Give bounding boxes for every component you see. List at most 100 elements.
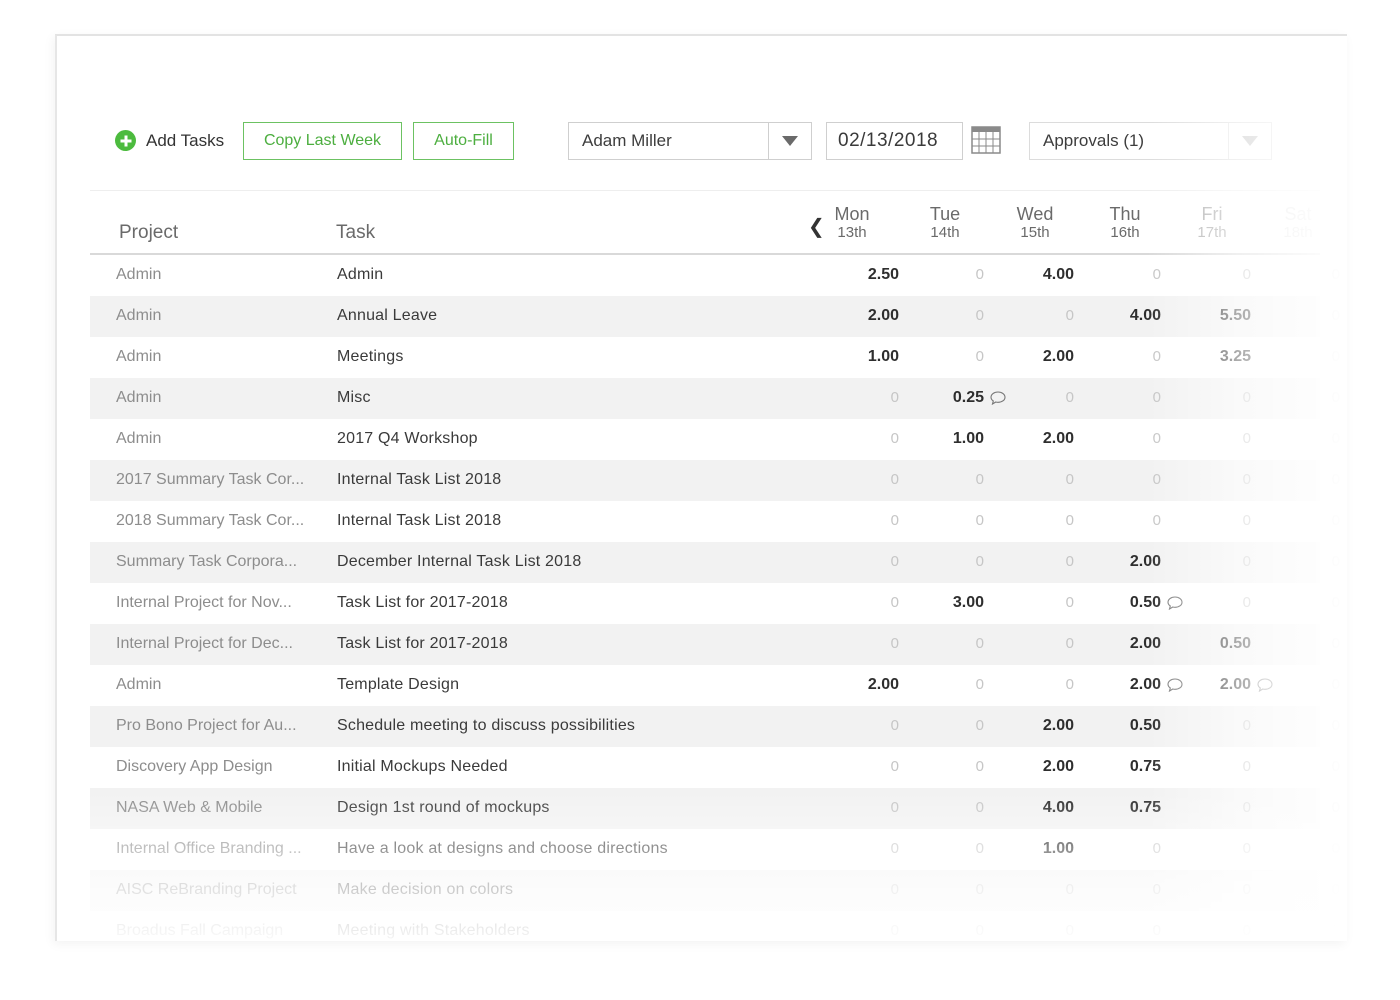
hours-cell-tue[interactable]: 0 bbox=[976, 717, 984, 734]
hours-cell-fri[interactable]: 0 bbox=[1243, 512, 1251, 529]
hours-cell-sat[interactable]: 0 bbox=[1332, 840, 1340, 857]
project-cell[interactable]: Internal Office Branding ... bbox=[116, 840, 302, 858]
project-cell[interactable]: Summary Task Corpora... bbox=[116, 553, 297, 571]
hours-cell-thu[interactable]: 0 bbox=[1153, 471, 1161, 488]
hours-cell-wed[interactable]: 4.00 bbox=[1043, 799, 1074, 817]
hours-cell-sat[interactable]: 0 bbox=[1332, 799, 1340, 816]
hours-cell-mon[interactable]: 1.00 bbox=[868, 348, 899, 366]
date-field[interactable]: 02/13/2018 bbox=[826, 122, 963, 160]
hours-cell-sat[interactable]: 0 bbox=[1332, 881, 1340, 898]
hours-cell-wed[interactable]: 2.00 bbox=[1043, 717, 1074, 735]
hours-cell-tue[interactable]: 0 bbox=[976, 799, 984, 816]
hours-cell-tue[interactable]: 0 bbox=[976, 676, 984, 693]
task-cell[interactable]: Internal Task List 2018 bbox=[337, 471, 501, 489]
hours-cell-sat[interactable]: 0 bbox=[1332, 553, 1340, 570]
hours-cell-wed[interactable]: 4.00 bbox=[1043, 266, 1074, 284]
hours-cell-tue[interactable]: 0 bbox=[976, 881, 984, 898]
hours-cell-thu[interactable]: 0 bbox=[1153, 389, 1161, 406]
hours-cell-mon[interactable]: 2.00 bbox=[868, 307, 899, 325]
hours-cell-mon[interactable]: 0 bbox=[891, 922, 899, 939]
project-cell[interactable]: Admin bbox=[116, 676, 161, 694]
hours-cell-fri[interactable]: 0 bbox=[1243, 553, 1251, 570]
comment-bubble-icon[interactable] bbox=[990, 391, 1006, 405]
hours-cell-mon[interactable]: 0 bbox=[891, 512, 899, 529]
hours-cell-mon[interactable]: 0 bbox=[891, 799, 899, 816]
hours-cell-tue[interactable]: 0 bbox=[976, 758, 984, 775]
hours-cell-wed[interactable]: 0 bbox=[1066, 922, 1074, 939]
hours-cell-fri[interactable]: 0 bbox=[1243, 594, 1251, 611]
hours-cell-sat[interactable]: 0 bbox=[1332, 922, 1340, 939]
task-cell[interactable]: Meeting with Stakeholders bbox=[337, 922, 530, 940]
hours-cell-mon[interactable]: 0 bbox=[891, 471, 899, 488]
project-cell[interactable]: Admin bbox=[116, 348, 161, 366]
hours-cell-fri[interactable]: 2.00 bbox=[1220, 676, 1251, 694]
approvals-select[interactable]: Approvals (1) bbox=[1029, 122, 1272, 160]
hours-cell-tue[interactable]: 0 bbox=[976, 471, 984, 488]
project-cell[interactable]: Admin bbox=[116, 430, 161, 448]
hours-cell-wed[interactable]: 0 bbox=[1066, 635, 1074, 652]
user-select[interactable]: Adam Miller bbox=[568, 122, 812, 160]
hours-cell-sat[interactable]: 0 bbox=[1332, 307, 1340, 324]
task-cell[interactable]: Misc bbox=[337, 389, 371, 407]
hours-cell-thu[interactable]: 0 bbox=[1153, 840, 1161, 857]
project-cell[interactable]: Pro Bono Project for Au... bbox=[116, 717, 297, 735]
task-cell[interactable]: Schedule meeting to discuss possibilitie… bbox=[337, 717, 635, 735]
hours-cell-mon[interactable]: 0 bbox=[891, 840, 899, 857]
comment-bubble-icon[interactable] bbox=[1167, 596, 1183, 610]
hours-cell-fri[interactable]: 0 bbox=[1243, 717, 1251, 734]
hours-cell-thu[interactable]: 2.00 bbox=[1130, 635, 1161, 653]
hours-cell-wed[interactable]: 2.00 bbox=[1043, 430, 1074, 448]
project-cell[interactable]: 2017 Summary Task Cor... bbox=[116, 471, 304, 489]
user-select-dropdown[interactable] bbox=[768, 123, 811, 159]
project-cell[interactable]: Admin bbox=[116, 266, 161, 284]
hours-cell-sat[interactable]: 0 bbox=[1332, 471, 1340, 488]
hours-cell-wed[interactable]: 0 bbox=[1066, 471, 1074, 488]
hours-cell-mon[interactable]: 2.00 bbox=[868, 676, 899, 694]
hours-cell-wed[interactable]: 2.00 bbox=[1043, 348, 1074, 366]
hours-cell-mon[interactable]: 0 bbox=[891, 635, 899, 652]
project-cell[interactable]: Internal Project for Dec... bbox=[116, 635, 293, 653]
hours-cell-thu[interactable]: 0.50 bbox=[1130, 594, 1161, 612]
task-cell[interactable]: Design 1st round of mockups bbox=[337, 799, 550, 817]
project-cell[interactable]: Broadus Fall Campaign bbox=[116, 922, 283, 940]
hours-cell-fri[interactable]: 5.50 bbox=[1220, 307, 1251, 325]
hours-cell-thu[interactable]: 2.00 bbox=[1130, 553, 1161, 571]
hours-cell-tue[interactable]: 3.00 bbox=[953, 594, 984, 612]
hours-cell-sat[interactable]: 0 bbox=[1332, 758, 1340, 775]
hours-cell-thu[interactable]: 2.00 bbox=[1130, 676, 1161, 694]
hours-cell-fri[interactable]: 0 bbox=[1243, 799, 1251, 816]
hours-cell-mon[interactable]: 0 bbox=[891, 594, 899, 611]
hours-cell-wed[interactable]: 0 bbox=[1066, 553, 1074, 570]
task-cell[interactable]: 2017 Q4 Workshop bbox=[337, 430, 478, 448]
task-cell[interactable]: Annual Leave bbox=[337, 307, 437, 325]
hours-cell-tue[interactable]: 0 bbox=[976, 307, 984, 324]
hours-cell-wed[interactable]: 2.00 bbox=[1043, 758, 1074, 776]
hours-cell-tue[interactable]: 0 bbox=[976, 922, 984, 939]
approvals-select-dropdown[interactable] bbox=[1228, 123, 1271, 159]
task-cell[interactable]: Initial Mockups Needed bbox=[337, 758, 508, 776]
hours-cell-sat[interactable]: 0 bbox=[1332, 594, 1340, 611]
hours-cell-tue[interactable]: 1.00 bbox=[953, 430, 984, 448]
hours-cell-tue[interactable]: 0.25 bbox=[953, 389, 984, 407]
hours-cell-wed[interactable]: 0 bbox=[1066, 307, 1074, 324]
hours-cell-mon[interactable]: 0 bbox=[891, 758, 899, 775]
hours-cell-thu[interactable]: 0 bbox=[1153, 430, 1161, 447]
hours-cell-fri[interactable]: 0.50 bbox=[1220, 635, 1251, 653]
hours-cell-sat[interactable]: 0 bbox=[1332, 348, 1340, 365]
hours-cell-mon[interactable]: 0 bbox=[891, 389, 899, 406]
hours-cell-thu[interactable]: 0 bbox=[1153, 922, 1161, 939]
comment-bubble-icon[interactable] bbox=[1167, 678, 1183, 692]
hours-cell-tue[interactable]: 0 bbox=[976, 840, 984, 857]
hours-cell-fri[interactable]: 0 bbox=[1243, 881, 1251, 898]
auto-fill-button[interactable]: Auto-Fill bbox=[413, 122, 514, 160]
task-cell[interactable]: Task List for 2017-2018 bbox=[337, 594, 508, 612]
hours-cell-fri[interactable]: 0 bbox=[1243, 471, 1251, 488]
project-cell[interactable]: 2018 Summary Task Cor... bbox=[116, 512, 304, 530]
hours-cell-sat[interactable]: 0 bbox=[1332, 389, 1340, 406]
hours-cell-mon[interactable]: 2.50 bbox=[868, 266, 899, 284]
hours-cell-sat[interactable]: 0 bbox=[1332, 717, 1340, 734]
hours-cell-fri[interactable]: 0 bbox=[1243, 922, 1251, 939]
hours-cell-fri[interactable]: 0 bbox=[1243, 840, 1251, 857]
hours-cell-thu[interactable]: 0 bbox=[1153, 881, 1161, 898]
hours-cell-mon[interactable]: 0 bbox=[891, 881, 899, 898]
